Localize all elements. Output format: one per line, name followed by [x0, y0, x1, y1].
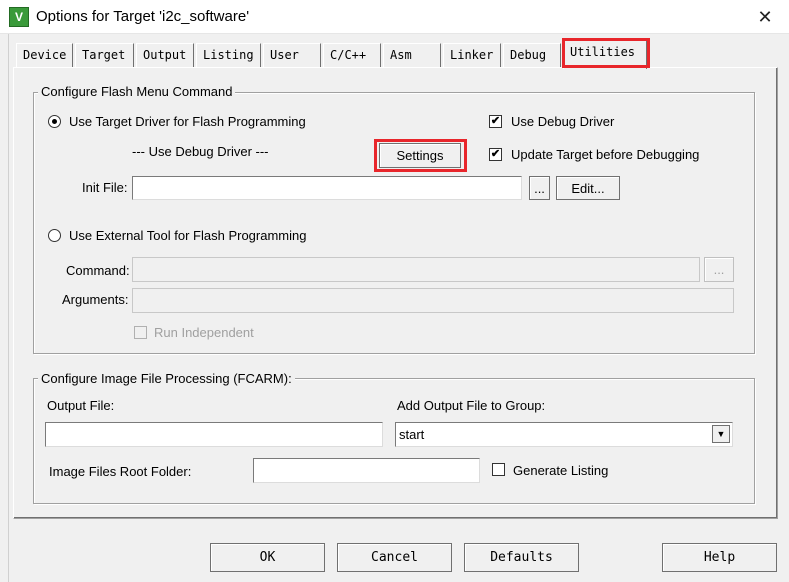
tab-target[interactable]: Target [75, 43, 134, 67]
use-external-tool-radio[interactable] [48, 229, 61, 242]
image-root-folder-label: Image Files Root Folder: [49, 464, 192, 479]
use-debug-driver-checkbox[interactable]: ✔ [489, 115, 502, 128]
tab-device[interactable]: Device [16, 43, 73, 67]
close-icon[interactable]: ✕ [748, 4, 782, 30]
edit-button[interactable]: Edit... [556, 176, 620, 200]
add-output-to-group-label: Add Output File to Group: [397, 398, 546, 413]
tab-asm[interactable]: Asm [383, 43, 441, 67]
image-file-processing-group-title: Configure Image File Processing (FCARM): [38, 371, 295, 386]
use-target-driver-radio[interactable] [48, 115, 61, 128]
arguments-label: Arguments: [62, 292, 129, 307]
run-independent-checkbox[interactable] [134, 326, 147, 339]
tab-debug[interactable]: Debug [503, 43, 561, 67]
cancel-button[interactable]: Cancel [337, 543, 452, 572]
tab-output[interactable]: Output [136, 43, 194, 67]
use-external-tool-label: Use External Tool for Flash Programming [69, 228, 307, 243]
generate-listing-label: Generate Listing [513, 463, 609, 478]
update-target-label: Update Target before Debugging [511, 147, 700, 162]
group-select[interactable]: start ▼ [395, 422, 733, 447]
image-root-folder-input[interactable] [253, 458, 480, 483]
flash-menu-group-title: Configure Flash Menu Command [38, 84, 236, 99]
tab-user[interactable]: User [263, 43, 321, 67]
tab-linker[interactable]: Linker [443, 43, 501, 67]
window-title: Options for Target 'i2c_software' [36, 8, 250, 25]
help-button[interactable]: Help [662, 543, 777, 572]
run-independent-label: Run Independent [154, 325, 254, 340]
keil-app-icon: V [9, 7, 29, 27]
init-file-input[interactable] [132, 176, 522, 200]
defaults-button[interactable]: Defaults [464, 543, 579, 572]
flash-menu-group [33, 92, 755, 354]
group-select-value: start [399, 427, 425, 442]
command-browse-button[interactable]: ... [704, 257, 734, 282]
settings-button-highlight [374, 139, 467, 172]
output-file-input[interactable] [45, 422, 383, 447]
use-debug-driver-label: Use Debug Driver [511, 114, 615, 129]
output-file-label: Output File: [47, 398, 115, 413]
arguments-input[interactable] [132, 288, 734, 313]
command-label: Command: [66, 263, 130, 278]
tab-c-cpp[interactable]: C/C++ [323, 43, 381, 67]
command-input[interactable] [132, 257, 700, 282]
driver-name-text: --- Use Debug Driver --- [132, 144, 269, 159]
use-target-driver-label: Use Target Driver for Flash Programming [69, 114, 306, 129]
init-file-label: Init File: [82, 180, 128, 195]
tab-listing[interactable]: Listing [196, 43, 261, 67]
ok-button[interactable]: OK [210, 543, 325, 572]
update-target-checkbox[interactable]: ✔ [489, 148, 502, 161]
utilities-tab-highlight [562, 38, 650, 68]
chevron-down-icon[interactable]: ▼ [712, 425, 730, 443]
init-file-browse-button[interactable]: ... [529, 176, 550, 200]
generate-listing-checkbox[interactable] [492, 463, 505, 476]
